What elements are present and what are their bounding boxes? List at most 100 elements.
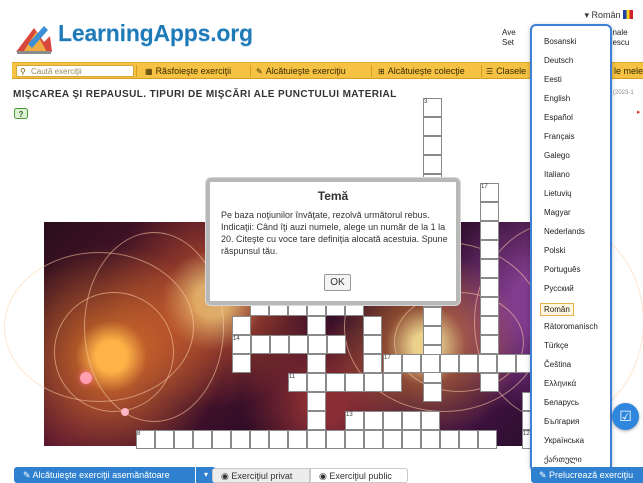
crossword-cell[interactable] <box>193 430 212 449</box>
menu-my-exercises[interactable]: le mele <box>614 66 643 76</box>
crossword-cell[interactable] <box>155 430 174 449</box>
crossword-cell[interactable] <box>363 354 382 373</box>
language-option[interactable]: Român <box>540 303 574 316</box>
language-option[interactable]: Čeština <box>544 360 571 369</box>
language-option[interactable]: Polski <box>544 246 565 255</box>
crossword-cell[interactable] <box>402 430 421 449</box>
menu-classes[interactable]: ☰ Clasele <box>486 66 526 76</box>
language-option[interactable]: Español <box>544 113 573 122</box>
menu-create-exercise[interactable]: ✎ Alcătuieşte exerciţiu <box>256 66 346 76</box>
crossword-cell[interactable] <box>307 354 326 373</box>
crossword-cell[interactable] <box>402 411 421 430</box>
crossword-cell[interactable] <box>480 373 499 392</box>
public-exercise-toggle[interactable]: ◉ Exerciţiul public <box>310 468 408 483</box>
language-option[interactable]: Bosanski <box>544 37 576 46</box>
create-similar-button[interactable]: ✎ Alcătuieşte exerciţii asemănătoare <box>14 467 195 483</box>
crossword-cell[interactable] <box>480 259 499 278</box>
language-option[interactable]: България <box>544 417 579 426</box>
help-icon[interactable]: ? <box>14 108 28 121</box>
crossword-cell[interactable] <box>289 335 308 354</box>
crossword-cell[interactable] <box>326 430 345 449</box>
crossword-cell[interactable] <box>212 430 231 449</box>
crossword-cell[interactable] <box>423 383 442 402</box>
language-option[interactable]: Eesti <box>544 75 562 84</box>
crossword-cell[interactable] <box>423 307 442 326</box>
crossword-cell[interactable] <box>232 316 251 335</box>
crossword-cell[interactable] <box>308 335 327 354</box>
crossword-cell[interactable] <box>327 335 346 354</box>
language-option[interactable]: Беларусь <box>544 398 579 407</box>
language-option[interactable]: ქართული <box>544 455 582 464</box>
language-option[interactable]: Ελληνικά <box>544 379 576 388</box>
crossword-cell[interactable] <box>364 430 383 449</box>
crossword-cell[interactable] <box>383 411 402 430</box>
language-option[interactable]: English <box>544 94 570 103</box>
crossword-cell[interactable] <box>497 354 516 373</box>
crossword-cell[interactable] <box>480 316 499 335</box>
crossword-cell[interactable] <box>364 373 383 392</box>
crossword-cell[interactable] <box>250 430 269 449</box>
crossword-cell[interactable] <box>423 136 442 155</box>
crossword-cell[interactable] <box>478 430 497 449</box>
crossword-cell[interactable] <box>269 430 288 449</box>
crossword-cell[interactable] <box>307 430 326 449</box>
crossword-cell[interactable] <box>423 117 442 136</box>
crossword-cell[interactable] <box>307 373 326 392</box>
crossword-cell[interactable] <box>459 430 478 449</box>
crossword-cell[interactable] <box>402 354 421 373</box>
crossword-cell[interactable] <box>270 335 289 354</box>
crossword-cell[interactable] <box>421 411 440 430</box>
crossword-cell[interactable] <box>307 411 326 430</box>
crossword-cell[interactable] <box>231 430 250 449</box>
language-option[interactable]: Français <box>544 132 575 141</box>
crossword-cell[interactable] <box>174 430 193 449</box>
crossword-cell[interactable] <box>307 392 326 411</box>
ok-button[interactable]: OK <box>324 274 351 291</box>
crossword-cell[interactable] <box>480 221 499 240</box>
crossword-cell[interactable] <box>383 430 402 449</box>
crossword-cell[interactable] <box>326 373 345 392</box>
crossword-cell[interactable] <box>480 240 499 259</box>
search-input[interactable]: ⚲ Caută exerciţii <box>16 65 134 77</box>
edit-exercise-button[interactable]: ✎ Prelucrează exerciţiu <box>531 467 643 483</box>
crossword-cell[interactable] <box>345 373 364 392</box>
crossword-cell[interactable] <box>251 335 270 354</box>
language-option[interactable]: Lietuvių <box>544 189 572 198</box>
crossword-cell[interactable] <box>459 354 478 373</box>
crossword-cell[interactable] <box>423 326 442 345</box>
crossword-cell[interactable] <box>363 316 382 335</box>
crossword-cell[interactable] <box>421 430 440 449</box>
language-option[interactable]: Galego <box>544 151 570 160</box>
menu-create-collection[interactable]: ⊞ Alcătuieşte colecţie <box>378 66 465 76</box>
crossword-cell[interactable] <box>345 430 364 449</box>
site-logo[interactable]: LearningApps.org <box>14 20 253 56</box>
crossword-cell[interactable] <box>480 202 499 221</box>
language-option[interactable]: Deutsch <box>544 56 573 65</box>
crossword-cell[interactable] <box>480 278 499 297</box>
crossword-cell[interactable] <box>421 354 440 373</box>
private-exercise-toggle[interactable]: ◉ Exerciţiul privat <box>212 468 310 483</box>
language-option[interactable]: Magyar <box>544 208 571 217</box>
crossword-cell[interactable] <box>480 335 499 354</box>
crossword-cell[interactable] <box>288 430 307 449</box>
crossword-cell[interactable] <box>364 411 383 430</box>
crossword-cell[interactable] <box>478 354 497 373</box>
language-option[interactable]: Nederlands <box>544 227 585 236</box>
crossword-cell[interactable] <box>423 155 442 174</box>
language-option[interactable]: Türkçe <box>544 341 568 350</box>
language-option[interactable]: Rätoromanisch <box>544 322 598 331</box>
language-option[interactable]: Українська <box>544 436 584 445</box>
crossword-cell[interactable] <box>232 354 251 373</box>
crossword-cell[interactable] <box>307 316 326 335</box>
language-option[interactable]: Português <box>544 265 580 274</box>
checkmark-fab[interactable]: ☑ <box>612 403 639 430</box>
language-option[interactable]: Русский <box>544 284 574 293</box>
crossword-cell[interactable] <box>440 354 459 373</box>
crossword-cell[interactable] <box>383 373 402 392</box>
language-option[interactable]: Italiano <box>544 170 570 179</box>
crossword-cell[interactable] <box>480 297 499 316</box>
language-switcher[interactable]: ▾ Român <box>584 10 633 21</box>
crossword-cell[interactable] <box>440 430 459 449</box>
crossword-cell[interactable] <box>363 335 382 354</box>
menu-browse-exercises[interactable]: ▦ Răsfoieşte exerciţii <box>145 66 231 76</box>
